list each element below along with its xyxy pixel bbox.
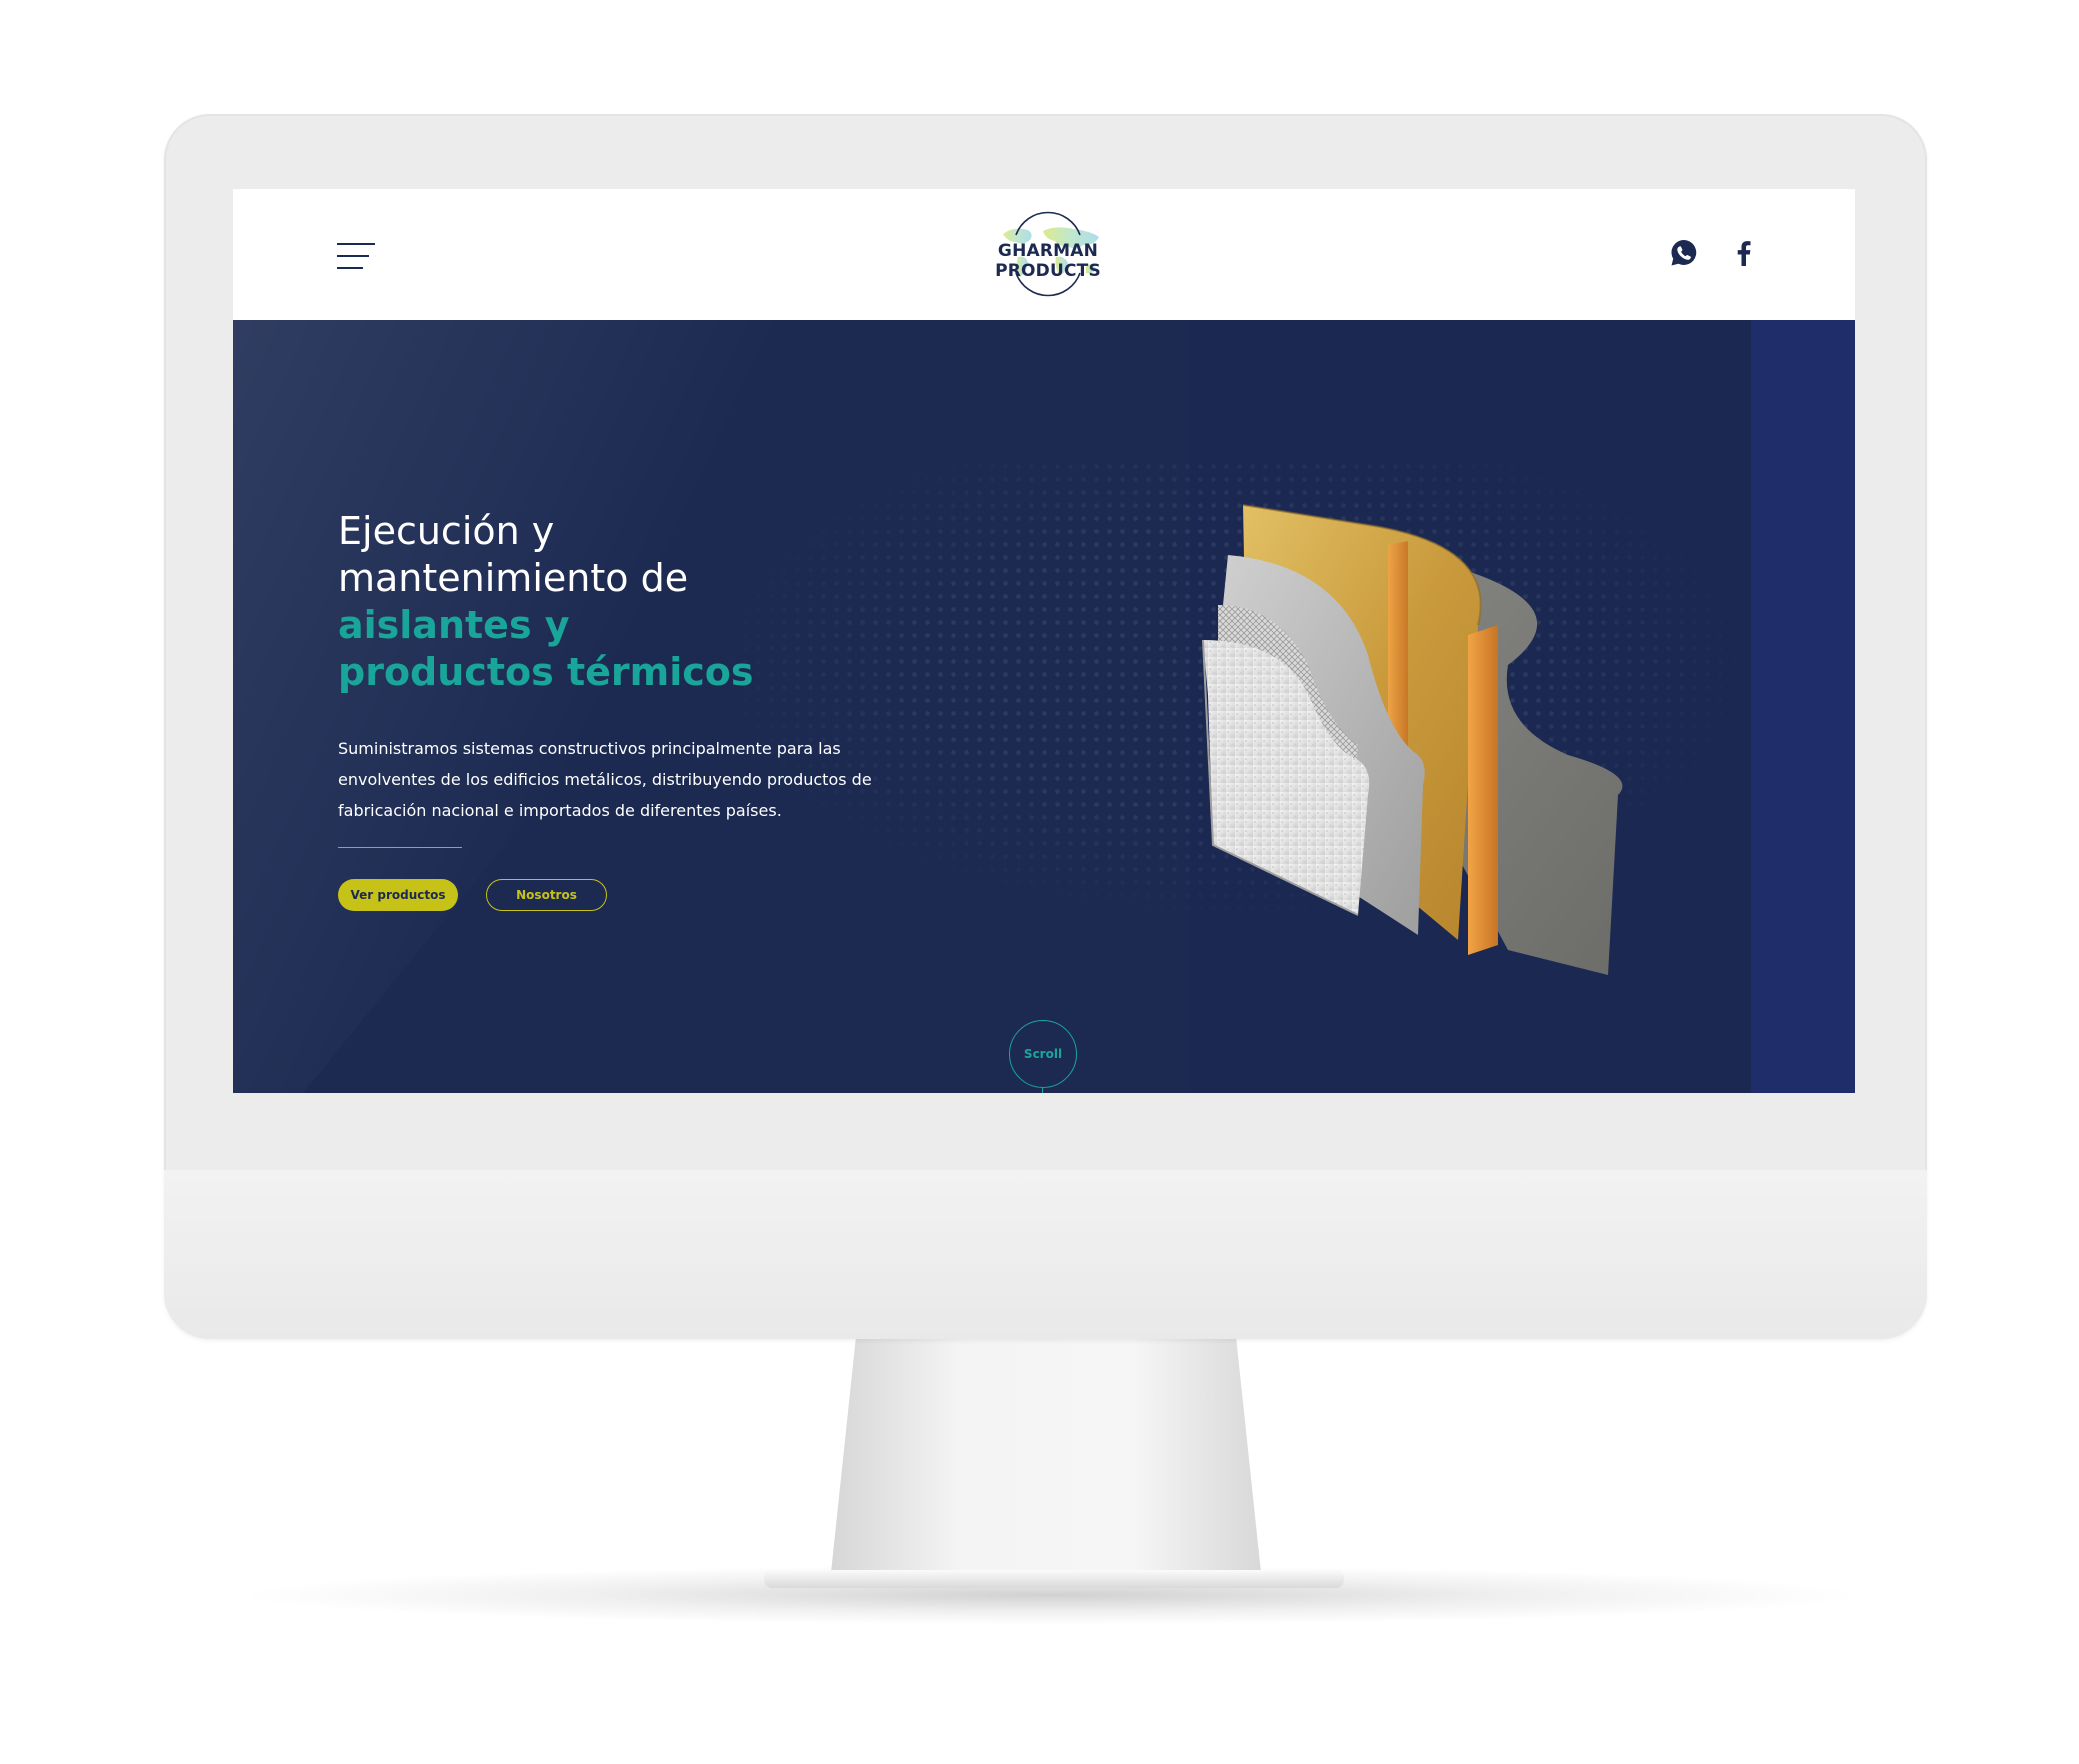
facebook-icon[interactable]	[1728, 237, 1760, 269]
logo-text: GHARMAN PRODUCTS	[995, 241, 1101, 281]
description-line-3: fabricación nacional e importados de dif…	[338, 801, 782, 820]
website-screen: GHARMAN PRODUCTS Ejecución y mantenimien…	[233, 189, 1855, 1093]
mockup-scene: GHARMAN PRODUCTS Ejecución y mantenimien…	[0, 0, 2079, 1764]
hero-description: Suministramos sistemas constructivos pri…	[338, 733, 898, 826]
headline-accent-1: aislantes y	[338, 603, 570, 647]
monitor-stand-neck	[830, 1337, 1262, 1582]
hero-section: Ejecución y mantenimiento de aislantes y…	[233, 320, 1855, 1093]
scroll-button[interactable]: Scroll	[1009, 1020, 1077, 1088]
description-line-1: Suministramos sistemas constructivos pri…	[338, 739, 841, 758]
hero-headline: Ejecución y mantenimiento de aislantes y…	[338, 508, 938, 696]
hero-bg-right	[1751, 320, 1855, 1093]
site-logo[interactable]: GHARMAN PRODUCTS	[948, 209, 1148, 299]
description-line-2: envolventes de los edificios metálicos, …	[338, 770, 872, 789]
hamburger-icon[interactable]	[337, 243, 377, 273]
nosotros-button[interactable]: Nosotros	[486, 879, 607, 911]
monitor-chin	[164, 1170, 1927, 1339]
headline-line-1: Ejecución y	[338, 509, 555, 553]
ver-productos-button[interactable]: Ver productos	[338, 879, 458, 911]
scroll-indicator-line	[1042, 1088, 1043, 1093]
site-header: GHARMAN PRODUCTS	[233, 189, 1855, 320]
insulation-layers-illustration	[1202, 504, 1623, 975]
headline-accent-2: productos térmicos	[338, 650, 754, 694]
headline-line-2: mantenimiento de	[338, 556, 689, 600]
hero-divider	[338, 847, 462, 848]
whatsapp-icon[interactable]	[1668, 237, 1700, 269]
monitor-stand-foot	[764, 1570, 1344, 1588]
